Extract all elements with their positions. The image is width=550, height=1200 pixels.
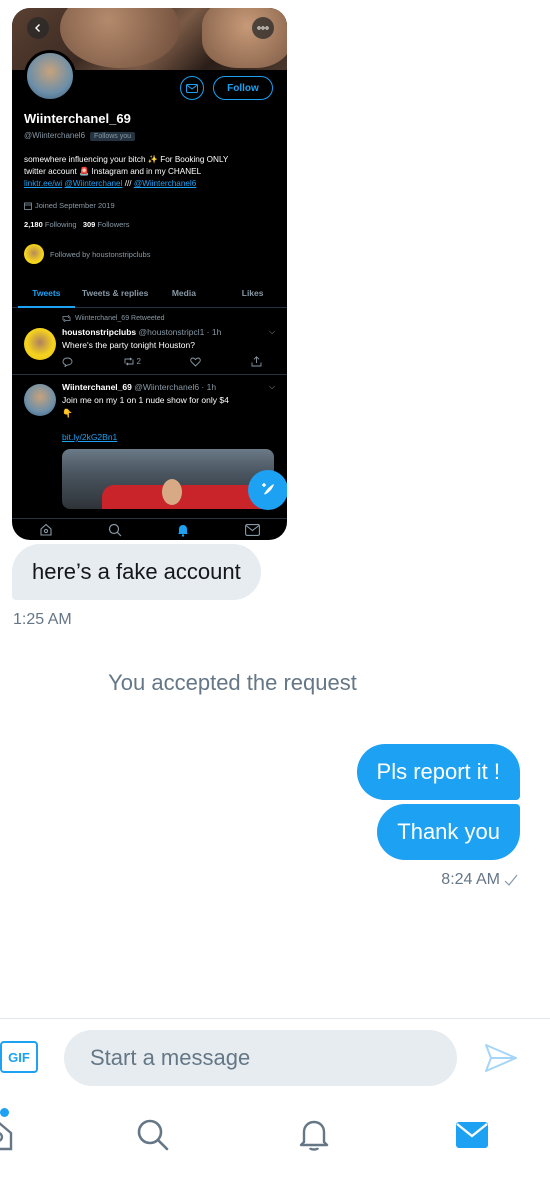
chevron-down-icon: ⌵: [269, 327, 276, 336]
profile-bio: somewhere influencing your bitch ✨ For B…: [24, 154, 279, 190]
nav-messages[interactable]: [452, 1110, 492, 1160]
joined-date-row: Joined September 2019: [24, 201, 115, 210]
tab-tweets-replies: Tweets & replies: [81, 287, 149, 298]
tweet-author: Wiinterchanel_69: [62, 382, 132, 392]
request-accepted-note: You accepted the request: [108, 670, 357, 695]
followers-label: Followers: [97, 220, 130, 229]
checkmark-icon: [504, 874, 518, 886]
tab-tweets: Tweets: [12, 278, 81, 308]
outgoing-message-status: 8:24 AM: [441, 871, 518, 889]
tab-media: Media: [171, 287, 196, 298]
send-button[interactable]: [481, 1038, 521, 1078]
incoming-message-bubble[interactable]: here’s a fake account: [12, 544, 261, 600]
bio-link: @Wiinterchanel: [64, 179, 123, 188]
retweet-action: 2: [123, 357, 141, 366]
chevron-down-icon: ⌵: [269, 382, 276, 391]
bio-link: linktr.ee/wi: [24, 179, 63, 188]
profile-avatar: [24, 50, 76, 102]
tweet-author-avatar: [24, 384, 56, 416]
heart-icon: [190, 357, 202, 367]
compose-tweet-icon: [248, 470, 287, 510]
profile-tabs: Tweets Tweets & replies Media Likes: [12, 278, 287, 308]
back-arrow-icon: [27, 17, 49, 39]
mail-icon: [456, 1122, 488, 1148]
retweet-icon: [62, 315, 71, 322]
bottom-nav: [0, 1110, 550, 1160]
message-envelope-icon: [180, 76, 204, 100]
search-icon: [108, 523, 122, 536]
home-icon: [40, 523, 52, 536]
profile-handle: @Wiinterchanel6: [24, 131, 86, 140]
tweet-author-avatar: [24, 328, 56, 360]
tweet-header: Wiinterchanel_69 @Wiinterchanel6 · 1h: [62, 382, 216, 392]
follows-you-badge: Follows you: [90, 132, 136, 141]
incoming-message-time: 1:25 AM: [13, 611, 72, 628]
bio-line: twitter account 🚨 Instagram and in my CH…: [24, 167, 202, 176]
embedded-profile-screenshot: Follow Wiinterchanel_69 @Wiinterchanel6 F…: [12, 8, 287, 540]
tweet-author: houstonstripclubs: [62, 327, 137, 337]
followers-count: 309: [82, 220, 96, 229]
tweet-meta: @Wiinterchanel6 · 1h: [134, 382, 217, 392]
more-options-icon: [252, 17, 274, 39]
bio-line: somewhere influencing your bitch ✨ For B…: [24, 155, 229, 164]
profile-handle-row: @Wiinterchanel6 Follows you: [24, 131, 136, 141]
calendar-icon: [24, 202, 32, 210]
bell-icon: [299, 1120, 329, 1151]
tweet-item: Wiinterchanel_69 Retweeted houstonstripc…: [12, 309, 287, 375]
following-count: 2,180: [24, 220, 43, 229]
retweet-icon: [124, 357, 133, 366]
composer-divider: [0, 1018, 550, 1019]
tab-likes: Likes: [241, 287, 264, 298]
tweet-header: houstonstripclubs @houstonstripcl1 · 1h: [62, 327, 221, 337]
outgoing-message-bubble[interactable]: Thank you: [377, 804, 520, 860]
tweet-link: bit.ly/2kG2Bn1: [62, 432, 118, 442]
bio-separator: ///: [124, 179, 132, 188]
retweet-count: 2: [136, 357, 141, 366]
outgoing-message-bubble[interactable]: Pls report it !: [356, 744, 520, 800]
gif-button[interactable]: GIF: [0, 1041, 38, 1073]
tweet-emoji: 👇: [62, 408, 73, 418]
bio-link: @Wiinterchanel6: [133, 179, 197, 188]
bio-links: linktr.ee/wi @Wiinterchanel /// @Wiinter…: [24, 178, 279, 190]
mail-icon: [244, 523, 260, 536]
nav-home[interactable]: [0, 1110, 18, 1160]
tweet-text: Where's the party tonight Houston?: [62, 340, 195, 350]
nav-search[interactable]: [133, 1110, 173, 1160]
tweet-item: Wiinterchanel_69 @Wiinterchanel6 · 1h ⌵ …: [12, 376, 287, 509]
profile-display-name: Wiinterchanel_69: [24, 111, 131, 126]
retweet-note: Wiinterchanel_69 Retweeted: [62, 315, 165, 322]
home-icon: [0, 1122, 13, 1151]
send-icon: [485, 1044, 517, 1072]
message-input[interactable]: [64, 1030, 457, 1086]
search-icon: [137, 1119, 169, 1151]
joined-date: Joined September 2019: [35, 201, 115, 210]
tweet-meta: @houstonstripcl1 · 1h: [138, 327, 222, 337]
tweet-actions: 2: [62, 356, 262, 367]
outgoing-message-time: 8:24 AM: [441, 871, 500, 888]
follow-counts: 2,180 Following 309 Followers: [24, 220, 130, 229]
tweet-text: Join me on my 1 on 1 nude show for only …: [62, 395, 229, 405]
nav-notifications[interactable]: [294, 1110, 334, 1160]
retweet-note-text: Wiinterchanel_69 Retweeted: [75, 315, 165, 322]
follower-avatar: [24, 244, 44, 264]
reply-icon: [62, 357, 73, 367]
bell-icon: [178, 524, 189, 537]
tweet-media-image: [62, 449, 274, 509]
embedded-bottom-nav: [12, 518, 287, 540]
follow-button: Follow: [213, 76, 273, 100]
following-label: Following: [44, 220, 77, 229]
followed-by-text: Followed by houstonstripclubs: [50, 249, 151, 259]
followed-by-row: Followed by houstonstripclubs: [24, 244, 150, 264]
share-icon: [251, 356, 262, 367]
